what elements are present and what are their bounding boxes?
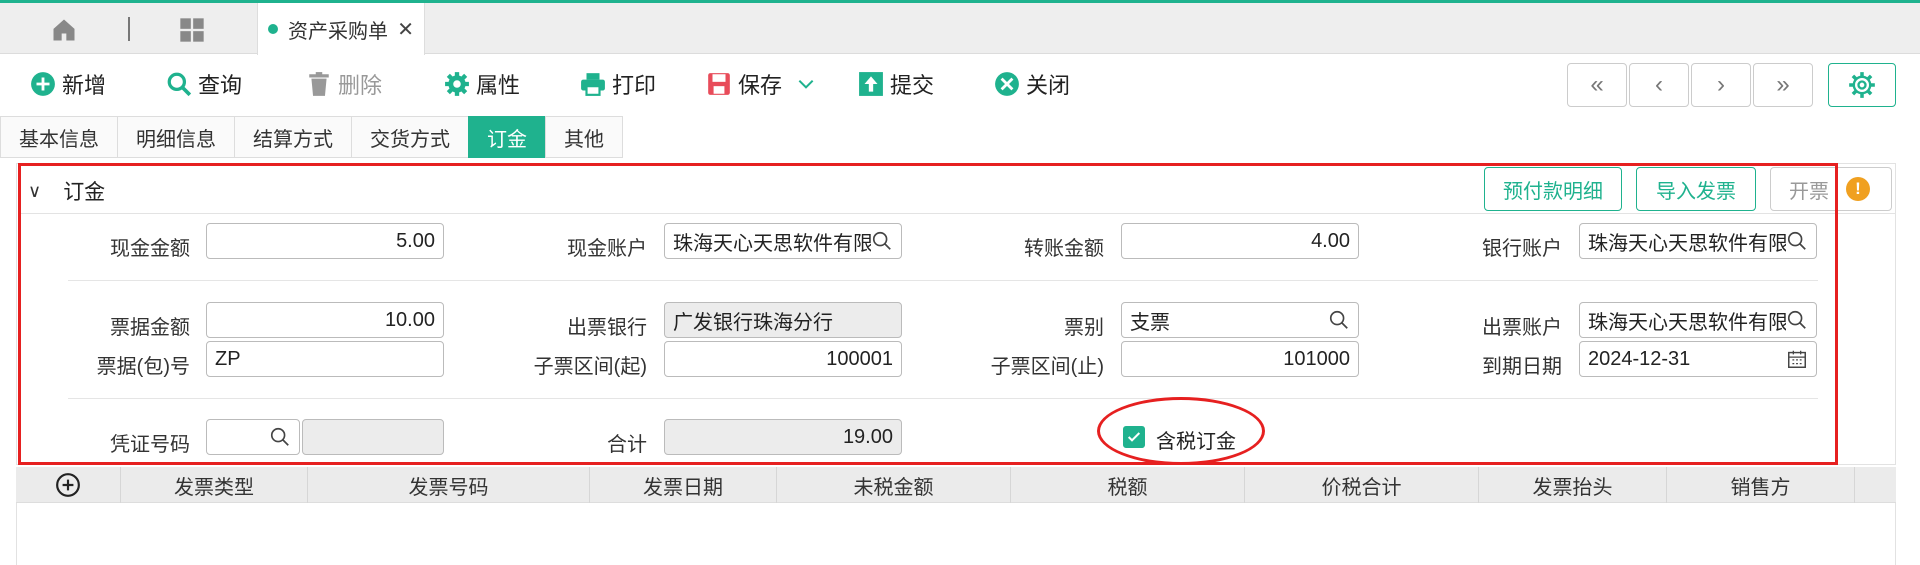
active-dot-icon [268,24,278,34]
tab-delivery[interactable]: 交货方式 [351,116,469,158]
column-header[interactable]: 发票日期 [590,467,777,503]
tab-separator [128,17,130,41]
plus-circle-icon [31,72,55,96]
add-label: 新增 [62,73,107,98]
tab-other[interactable]: 其他 [545,116,623,158]
properties-button[interactable]: 属性 [444,67,520,101]
query-label: 查询 [198,73,243,98]
highlight-box [18,163,1838,465]
column-header[interactable]: 未税金额 [777,467,1011,503]
close-label: 关闭 [1026,73,1071,98]
next-record-button[interactable]: › [1691,63,1751,107]
add-button[interactable]: 新增 [30,67,106,101]
close-tab-icon[interactable]: ✕ [397,17,414,42]
print-label: 打印 [612,73,657,98]
print-button[interactable]: 打印 [580,67,656,101]
settings-gear-icon [1849,72,1875,98]
grid-menu-icon[interactable] [178,16,206,44]
save-disk-icon [708,73,730,95]
tab-detail-info[interactable]: 明细信息 [117,116,235,158]
save-label: 保存 [738,73,783,98]
sub-tabs: 基本信息 明细信息 结算方式 交货方式 订金 其他 [0,116,623,158]
warning-icon[interactable]: ! [1846,177,1870,201]
column-header[interactable]: 发票抬头 [1479,467,1667,503]
toolbar: 新增 查询 删除 属性 打印 保存 提交 关闭 « ‹ › » [0,55,1920,113]
trash-icon [309,72,329,96]
invoice-grid-body [16,503,1896,565]
tab-settlement[interactable]: 结算方式 [234,116,352,158]
tab-asset-purchase[interactable]: 资产采购单 ✕ [257,3,425,55]
submit-button[interactable]: 提交 [858,67,934,101]
column-header[interactable]: 价税合计 [1245,467,1479,503]
first-record-button[interactable]: « [1567,63,1627,107]
printer-icon [581,73,605,96]
tab-bar: 资产采购单 ✕ [0,3,1920,55]
delete-label: 删除 [338,73,383,98]
properties-label: 属性 [476,73,521,98]
prev-record-button[interactable]: ‹ [1629,63,1689,107]
add-row-button[interactable] [16,467,121,503]
settings-button[interactable] [1828,63,1896,107]
chevron-down-icon[interactable] [796,74,816,94]
save-button[interactable]: 保存 [706,67,822,101]
invoice-grid-header: 发票类型 发票号码 发票日期 未税金额 税额 价税合计 发票抬头 销售方 [16,467,1896,503]
query-button[interactable]: 查询 [166,67,242,101]
highlight-ellipse [1097,397,1265,465]
column-header[interactable]: 发票类型 [121,467,308,503]
home-icon[interactable] [50,16,78,44]
submit-label: 提交 [890,73,935,98]
upload-icon [859,72,883,96]
close-circle-icon [995,72,1019,96]
tab-label: 资产采购单 [288,20,388,43]
tab-deposit[interactable]: 订金 [468,116,546,158]
column-header[interactable]: 发票号码 [308,467,590,503]
search-icon [167,72,192,97]
delete-button[interactable]: 删除 [306,67,382,101]
gear-icon [445,72,469,96]
record-navigation: « ‹ › » [1567,63,1815,107]
plus-circle-icon [56,473,80,497]
close-button[interactable]: 关闭 [994,67,1070,101]
column-header[interactable]: 销售方 [1667,467,1855,503]
last-record-button[interactable]: » [1753,63,1813,107]
column-header[interactable]: 税额 [1011,467,1245,503]
tab-basic-info[interactable]: 基本信息 [0,116,118,158]
